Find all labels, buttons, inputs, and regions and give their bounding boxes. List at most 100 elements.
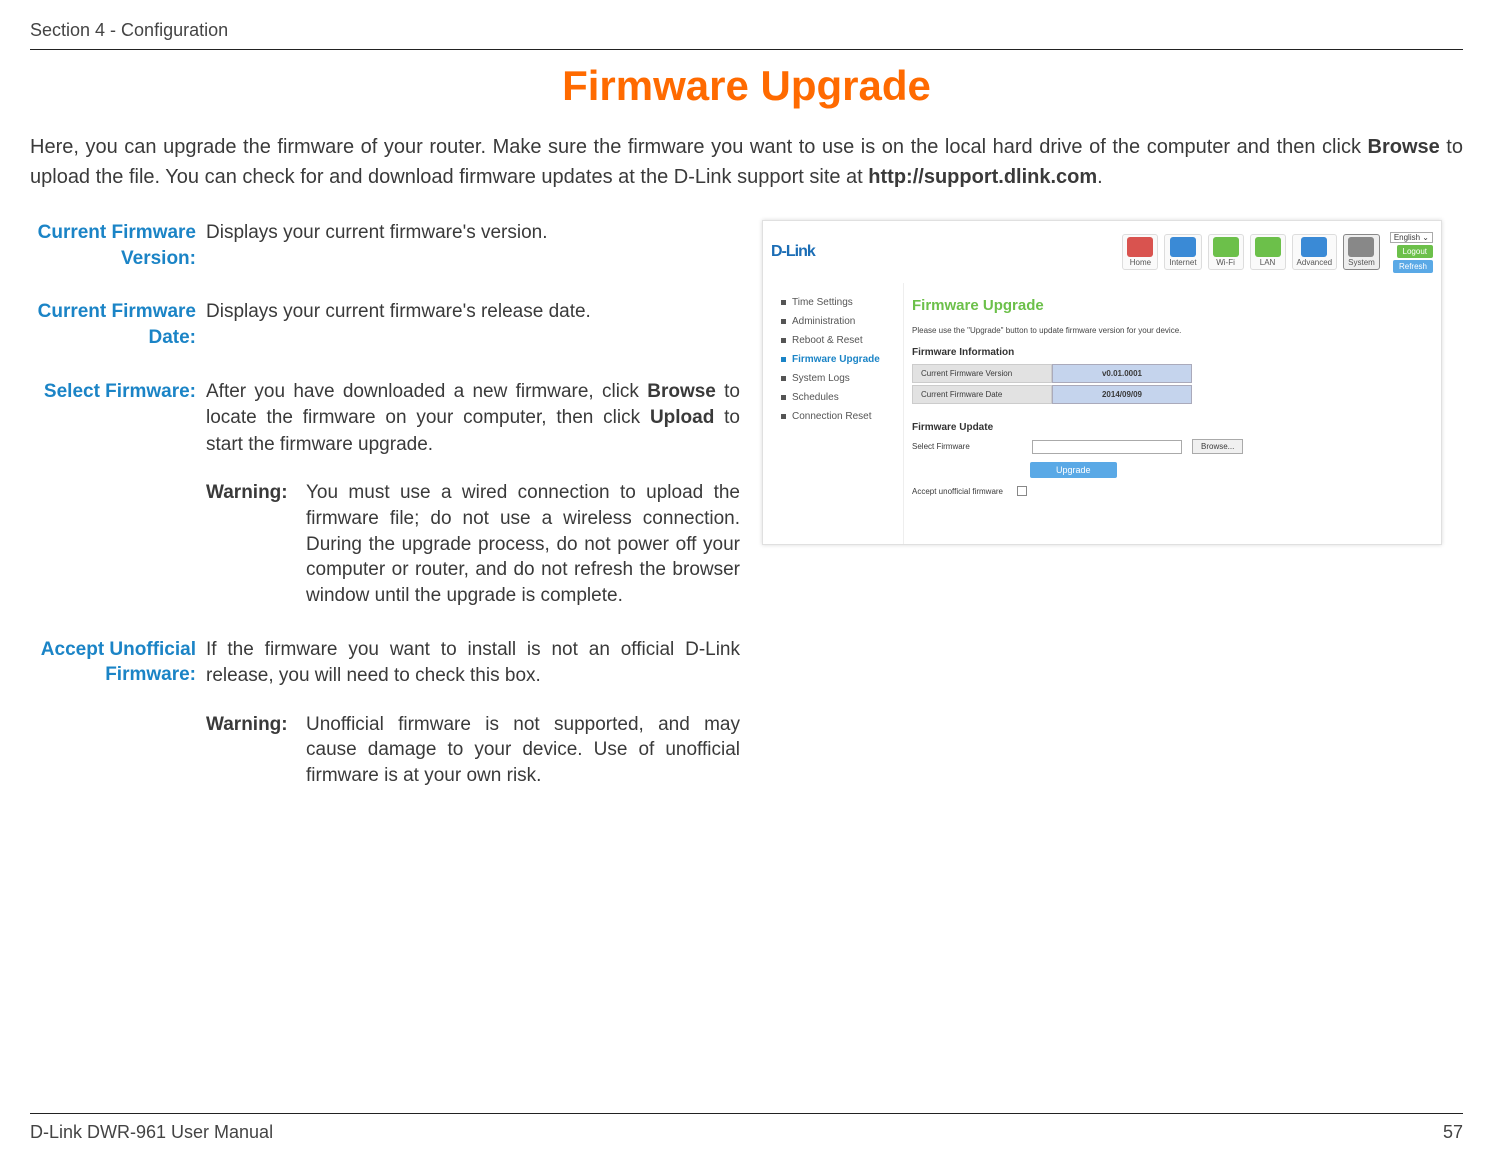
nav-item-wi-fi[interactable]: Wi-Fi (1208, 234, 1244, 270)
nav-label: LAN (1260, 258, 1276, 267)
sidebar-item-label: Schedules (792, 392, 839, 403)
row-accept-unofficial: Accept Unofficial Firmware: If the firmw… (30, 637, 740, 789)
label-current-version: Current Firmware Version: (30, 220, 196, 271)
sidebar-item-administration[interactable]: Administration (781, 316, 895, 327)
logout-button[interactable]: Logout (1397, 245, 1433, 258)
bullet-icon (781, 414, 786, 419)
sidebar-item-label: Reboot & Reset (792, 335, 863, 346)
sidebar-item-label: Connection Reset (792, 411, 872, 422)
content-area: Current Firmware Version: Displays your … (30, 220, 1463, 789)
lang-logout-group: English ⌄ Logout Refresh (1390, 232, 1433, 273)
label-accept-unofficial: Accept Unofficial Firmware: (30, 637, 196, 789)
panel-subtitle: Please use the "Upgrade" button to updat… (912, 326, 1423, 335)
firmware-update-block: Firmware Update Select Firmware Browse..… (912, 422, 1423, 496)
desc-bold-upload: Upload (650, 407, 714, 428)
ui-topbar: D-Link Home Internet Wi-Fi LAN Advanced Syste… (763, 221, 1441, 283)
system-icon (1348, 237, 1374, 257)
ui-main-panel: Firmware Upgrade Please use the "Upgrade… (903, 283, 1441, 544)
desc-bold-browse: Browse (647, 381, 716, 402)
home-icon (1127, 237, 1153, 257)
language-select[interactable]: English ⌄ (1390, 232, 1433, 243)
upgrade-button[interactable]: Upgrade (1030, 462, 1117, 478)
nav-item-internet[interactable]: Internet (1164, 234, 1201, 270)
intro-text: Here, you can upgrade the firmware of yo… (30, 136, 1368, 158)
warning-text: Unofficial firmware is not supported, an… (306, 712, 740, 789)
intro-text: . (1097, 166, 1103, 188)
bullet-icon (781, 395, 786, 400)
sidebar-item-reboot-reset[interactable]: Reboot & Reset (781, 335, 895, 346)
bullet-icon (781, 357, 786, 362)
accept-unofficial-checkbox[interactable] (1017, 486, 1027, 496)
info-key-date: Current Firmware Date (912, 385, 1052, 404)
nav-icons: Home Internet Wi-Fi LAN Advanced System (1122, 234, 1379, 270)
info-value-date: 2014/09/09 (1052, 385, 1192, 404)
row-current-version: Current Firmware Version: Displays your … (30, 220, 740, 271)
internet-icon (1170, 237, 1196, 257)
language-value: English (1394, 233, 1420, 242)
warning-label: Warning: (206, 712, 296, 789)
section-firmware-update-title: Firmware Update (912, 422, 1423, 433)
row-select-firmware: Select Firmware: After you have download… (30, 379, 740, 609)
bullet-icon (781, 338, 786, 343)
sidebar-item-connection-reset[interactable]: Connection Reset (781, 411, 895, 422)
ui-sidebar: Time Settings Administration Reboot & Rese… (763, 283, 903, 544)
sidebar-item-system-logs[interactable]: System Logs (781, 373, 895, 384)
label-select-firmware: Select Firmware: (30, 379, 196, 609)
intro-browse-bold: Browse (1368, 136, 1440, 158)
sidebar-item-label: System Logs (792, 373, 850, 384)
browse-button[interactable]: Browse... (1192, 439, 1243, 454)
desc-accept-unofficial: If the firmware you want to install is n… (206, 637, 740, 789)
desc-current-version: Displays your current firmware's version… (206, 220, 740, 271)
desc-text: If the firmware you want to install is n… (206, 639, 740, 687)
footer-manual-name: D-Link DWR-961 User Manual (30, 1122, 273, 1143)
sidebar-item-label: Time Settings (792, 297, 853, 308)
desc-current-date: Displays your current firmware's release… (206, 299, 740, 350)
wi-fi-icon (1213, 237, 1239, 257)
bullet-icon (781, 376, 786, 381)
info-row-version: Current Firmware Version v0.01.0001 (912, 364, 1423, 383)
page-title: Firmware Upgrade (30, 62, 1463, 110)
intro-paragraph: Here, you can upgrade the firmware of yo… (30, 132, 1463, 192)
advanced-icon (1301, 237, 1327, 257)
row-current-date: Current Firmware Date: Displays your cur… (30, 299, 740, 350)
select-firmware-row: Select Firmware Browse... (912, 439, 1423, 454)
bullet-icon (781, 300, 786, 305)
nav-item-lan[interactable]: LAN (1250, 234, 1286, 270)
refresh-button[interactable]: Refresh (1393, 260, 1433, 273)
warning-block-accept-unofficial: Warning: Unofficial firmware is not supp… (206, 712, 740, 789)
accept-unofficial-label: Accept unofficial firmware (912, 487, 1003, 496)
panel-title: Firmware Upgrade (912, 297, 1423, 314)
intro-url-bold: http://support.dlink.com (868, 166, 1097, 188)
page-footer: D-Link DWR-961 User Manual 57 (30, 1113, 1463, 1143)
nav-label: Home (1130, 258, 1151, 267)
warning-label: Warning: (206, 480, 296, 608)
page-header: Section 4 - Configuration (30, 20, 1463, 50)
nav-label: Internet (1169, 258, 1196, 267)
firmware-file-input[interactable] (1032, 440, 1182, 454)
select-firmware-label: Select Firmware (912, 442, 1022, 451)
sidebar-item-firmware-upgrade[interactable]: Firmware Upgrade (781, 354, 895, 365)
warning-block-select-firmware: Warning: You must use a wired connection… (206, 480, 740, 608)
desc-text: After you have downloaded a new firmware… (206, 381, 647, 402)
section-label: Section 4 - Configuration (30, 20, 228, 41)
info-key-version: Current Firmware Version (912, 364, 1052, 383)
info-row-date: Current Firmware Date 2014/09/09 (912, 385, 1423, 404)
nav-item-system[interactable]: System (1343, 234, 1380, 270)
info-value-version: v0.01.0001 (1052, 364, 1192, 383)
sidebar-item-schedules[interactable]: Schedules (781, 392, 895, 403)
accept-unofficial-row: Accept unofficial firmware (912, 486, 1423, 496)
nav-label: Wi-Fi (1216, 258, 1235, 267)
sidebar-item-label: Administration (792, 316, 855, 327)
section-firmware-info-title: Firmware Information (912, 347, 1423, 358)
nav-label: Advanced (1297, 258, 1333, 267)
label-current-date: Current Firmware Date: (30, 299, 196, 350)
dlink-logo: D-Link (771, 243, 815, 261)
footer-page-number: 57 (1443, 1122, 1463, 1143)
warning-text: You must use a wired connection to uploa… (306, 480, 740, 608)
desc-select-firmware: After you have downloaded a new firmware… (206, 379, 740, 609)
ui-body: Time Settings Administration Reboot & Rese… (763, 283, 1441, 544)
nav-item-advanced[interactable]: Advanced (1292, 234, 1338, 270)
sidebar-item-time-settings[interactable]: Time Settings (781, 297, 895, 308)
bullet-icon (781, 319, 786, 324)
nav-item-home[interactable]: Home (1122, 234, 1158, 270)
